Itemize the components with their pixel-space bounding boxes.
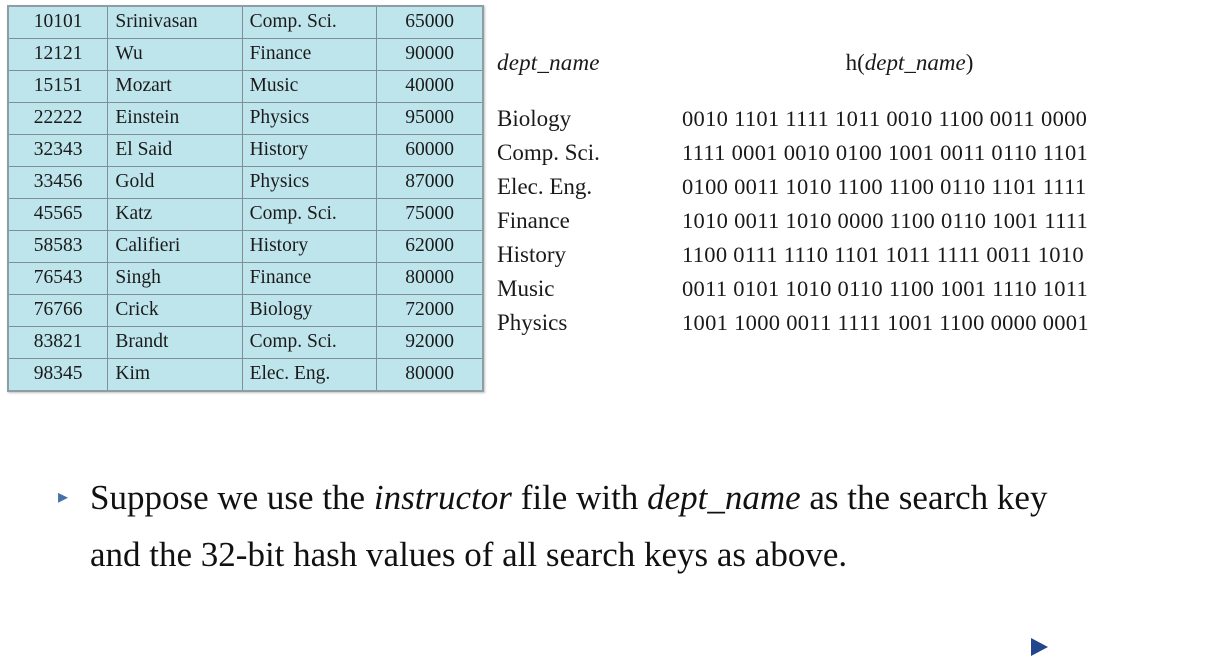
cell-dept-name: Physics xyxy=(241,102,378,135)
hash-listing-header: dept_name h(dept_name) xyxy=(492,50,1207,88)
cell-salary: 72000 xyxy=(376,294,484,327)
hash-row: Physics 1001 1000 0011 1111 1001 1100 000… xyxy=(492,310,1207,344)
hash-row: Music 0011 0101 1010 0110 1100 1001 1110 … xyxy=(492,276,1207,310)
cell-name: Wu xyxy=(107,38,243,71)
bullet-segment: file with xyxy=(511,478,648,517)
cell-name: Mozart xyxy=(107,70,243,103)
cell-salary: 80000 xyxy=(376,358,484,392)
hash-row: Comp. Sci. 1111 0001 0010 0100 1001 0011 … xyxy=(492,140,1207,174)
hash-row-bits: 1100 0111 1110 1101 1011 1111 0011 1010 xyxy=(682,242,1084,267)
table-row: 76766 Crick Biology 72000 xyxy=(7,294,484,327)
hash-rows-list: Biology 0010 1101 1111 1011 0010 1100 001… xyxy=(492,106,1207,344)
corner-arrow-icon xyxy=(1031,638,1048,656)
cell-id: 15151 xyxy=(7,70,109,103)
cell-salary: 87000 xyxy=(376,166,484,199)
cell-salary: 40000 xyxy=(376,70,484,103)
hash-row: History 1100 0111 1110 1101 1011 1111 001… xyxy=(492,242,1207,276)
hash-row-bits: 0011 0101 1010 0110 1100 1001 1110 1011 xyxy=(682,276,1089,301)
cell-dept-name: Physics xyxy=(241,166,378,199)
hash-row-dept-name: Physics xyxy=(497,310,568,335)
table-row: 33456 Gold Physics 87000 xyxy=(7,166,484,199)
hash-row-dept-name: Comp. Sci. xyxy=(497,140,600,165)
cell-dept-name: Comp. Sci. xyxy=(241,326,378,359)
cell-name: Katz xyxy=(107,198,243,231)
cell-name: Brandt xyxy=(107,326,243,359)
cell-dept-name: Finance xyxy=(241,262,378,295)
cell-id: 98345 xyxy=(7,358,109,392)
cell-id: 22222 xyxy=(7,102,109,135)
cell-name: El Said xyxy=(107,134,243,167)
cell-name: Srinivasan xyxy=(107,5,243,39)
table-row: 83821 Brandt Comp. Sci. 92000 xyxy=(7,326,484,359)
hash-header-function-prefix: h( xyxy=(845,50,865,75)
cell-dept-name: Comp. Sci. xyxy=(241,198,378,231)
hash-row-dept-name: Elec. Eng. xyxy=(497,174,593,199)
hash-row-dept-name: Finance xyxy=(497,208,570,233)
cell-id: 45565 xyxy=(7,198,109,231)
cell-id: 76543 xyxy=(7,262,109,295)
table-row: 58583 Califieri History 62000 xyxy=(7,230,484,263)
hash-row-dept-name: Music xyxy=(497,276,555,301)
cell-salary: 60000 xyxy=(376,134,484,167)
bullet-triangle-icon: ▸ xyxy=(58,486,69,508)
hash-header-function-suffix: ) xyxy=(965,50,974,75)
cell-salary: 62000 xyxy=(376,230,484,263)
cell-salary: 90000 xyxy=(376,38,484,71)
cell-salary: 80000 xyxy=(376,262,484,295)
table-row: 12121 Wu Finance 90000 xyxy=(7,38,484,71)
cell-name: Singh xyxy=(107,262,243,295)
cell-name: Einstein xyxy=(107,102,243,135)
cell-salary: 75000 xyxy=(376,198,484,231)
table-row: 10101 Srinivasan Comp. Sci. 65000 xyxy=(7,5,484,39)
hash-header-function-argument: dept_name xyxy=(864,50,966,75)
bullet-segment: Suppose we use the xyxy=(90,478,374,517)
cell-id: 12121 xyxy=(7,38,109,71)
bullet-block: ▸ Suppose we use the instructor file wit… xyxy=(58,470,1078,583)
table-row: 32343 El Said History 60000 xyxy=(7,134,484,167)
cell-dept-name: Finance xyxy=(241,38,378,71)
cell-id: 76766 xyxy=(7,294,109,327)
hash-row: Elec. Eng. 0100 0011 1010 1100 1100 0110 … xyxy=(492,174,1207,208)
cell-id: 58583 xyxy=(7,230,109,263)
hash-row-dept-name: Biology xyxy=(497,106,572,131)
cell-salary: 95000 xyxy=(376,102,484,135)
hash-row: Biology 0010 1101 1111 1011 0010 1100 001… xyxy=(492,106,1207,140)
hash-row-bits: 1111 0001 0010 0100 1001 0011 0110 1101 xyxy=(682,140,1089,165)
bullet-text: Suppose we use the instructor file with … xyxy=(90,470,1078,583)
table-row: 22222 Einstein Physics 95000 xyxy=(7,102,484,135)
cell-dept-name: Comp. Sci. xyxy=(241,5,378,39)
cell-dept-name: Music xyxy=(241,70,378,103)
cell-salary: 92000 xyxy=(376,326,484,359)
cell-id: 33456 xyxy=(7,166,109,199)
hash-row-bits: 1001 1000 0011 1111 1001 1100 0000 0001 xyxy=(682,310,1089,335)
table-row: 15151 Mozart Music 40000 xyxy=(7,70,484,103)
bullet-emphasis: instructor xyxy=(373,478,512,517)
cell-id: 10101 xyxy=(7,5,109,39)
cell-name: Califieri xyxy=(107,230,243,263)
cell-name: Kim xyxy=(107,358,243,392)
instructor-relation-table: 10101 Srinivasan Comp. Sci. 65000 12121 Wu Fin… xyxy=(7,5,484,392)
instructor-table-body: 10101 Srinivasan Comp. Sci. 65000 12121 Wu Fin… xyxy=(7,5,484,392)
hash-header-function: h(dept_name) xyxy=(492,50,1207,76)
hash-row-bits: 0010 1101 1111 1011 0010 1100 0011 0000 xyxy=(682,106,1088,131)
hash-row-dept-name: History xyxy=(497,242,566,267)
hash-row: Finance 1010 0011 1010 0000 1100 0110 100… xyxy=(492,208,1207,242)
cell-dept-name: History xyxy=(241,134,378,167)
hash-row-bits: 1010 0011 1010 0000 1100 0110 1001 1111 xyxy=(682,208,1089,233)
cell-salary: 65000 xyxy=(376,5,484,39)
cell-dept-name: Elec. Eng. xyxy=(241,358,378,392)
bullet-emphasis: dept_name xyxy=(647,478,801,517)
hash-values-panel: dept_name h(dept_name) Biology 0010 1101 … xyxy=(492,50,1207,335)
table-row: 98345 Kim Elec. Eng. 80000 xyxy=(7,358,484,392)
cell-dept-name: Biology xyxy=(241,294,378,327)
cell-name: Gold xyxy=(107,166,243,199)
cell-dept-name: History xyxy=(241,230,378,263)
hash-row-bits: 0100 0011 1010 1100 1100 0110 1101 1111 xyxy=(682,174,1087,199)
cell-id: 32343 xyxy=(7,134,109,167)
cell-id: 83821 xyxy=(7,326,109,359)
table-row: 45565 Katz Comp. Sci. 75000 xyxy=(7,198,484,231)
table-row: 76543 Singh Finance 80000 xyxy=(7,262,484,295)
cell-name: Crick xyxy=(107,294,243,327)
